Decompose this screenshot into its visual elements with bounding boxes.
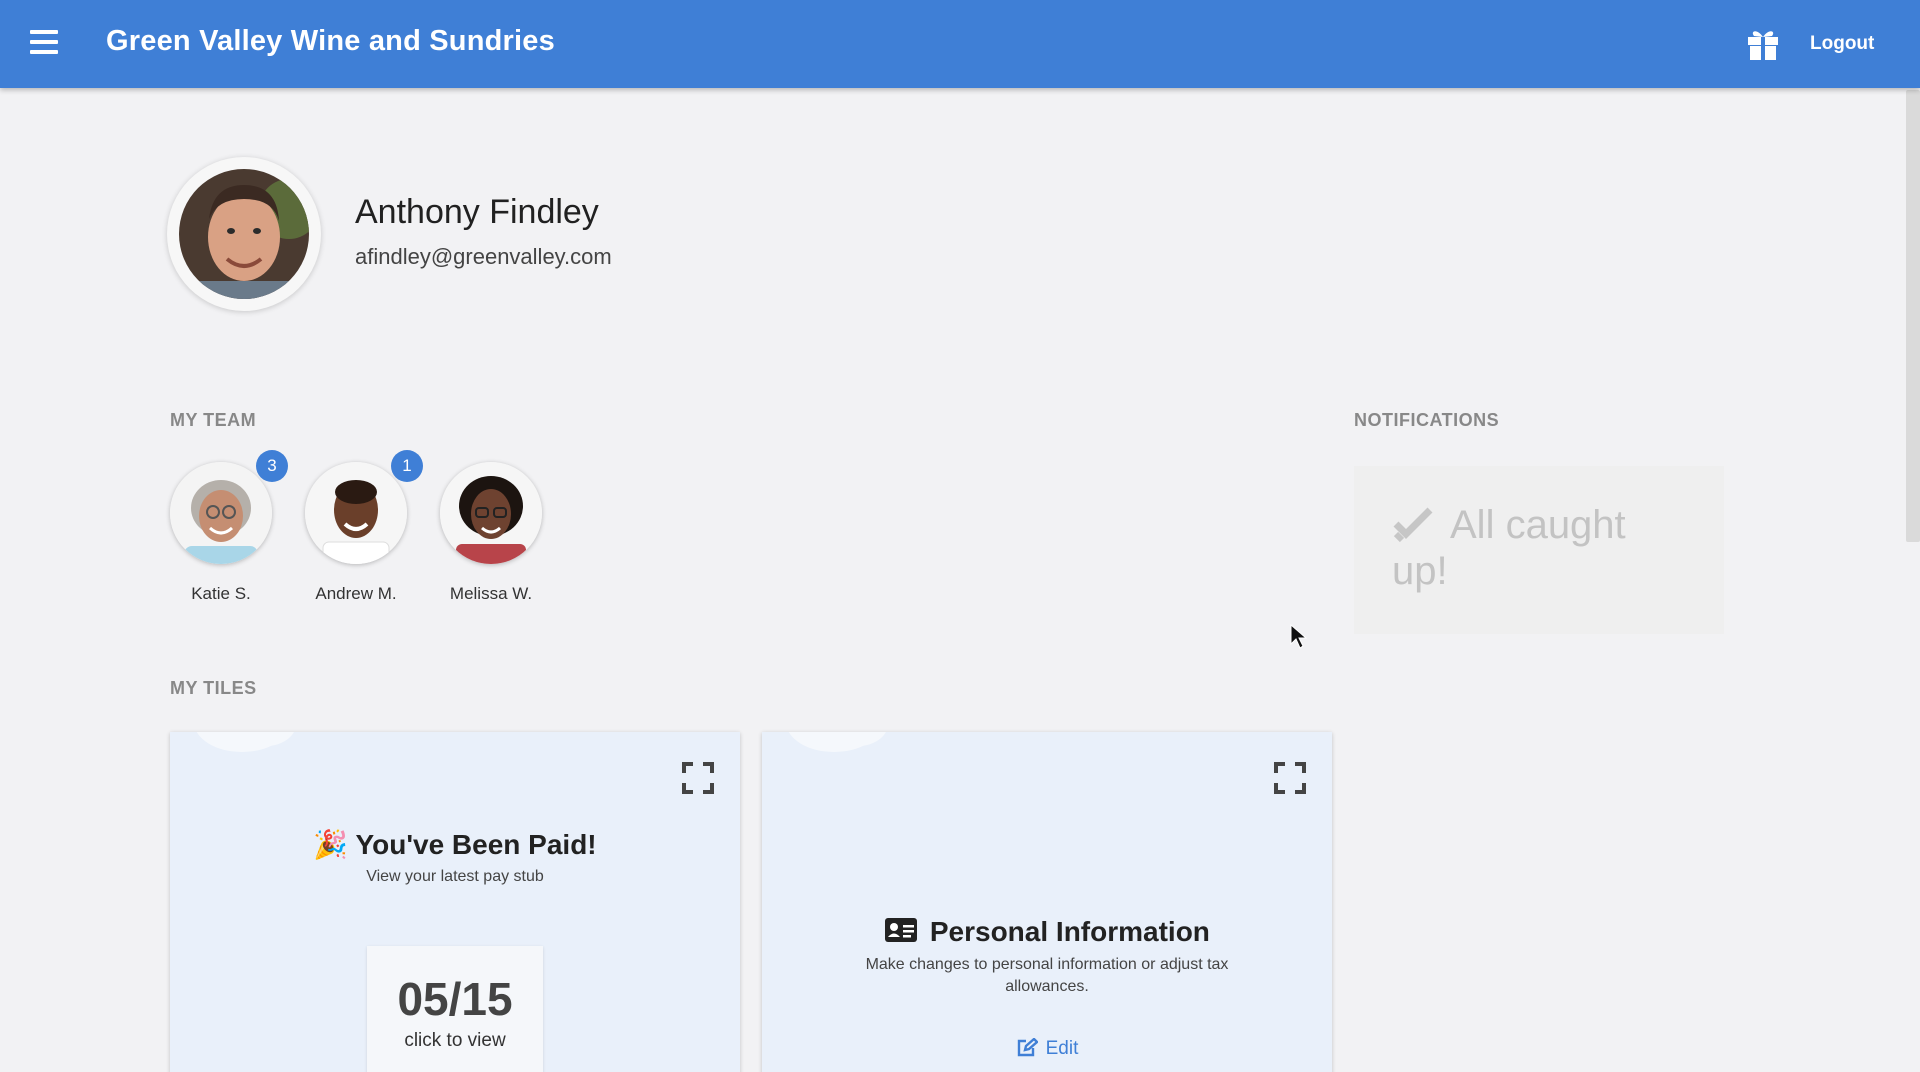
edit-icon [1017, 1037, 1039, 1057]
app-title: Green Valley Wine and Sundries [106, 25, 555, 57]
pay-stub-card[interactable]: 05/15 click to view [367, 946, 543, 1072]
tile-title-text: You've Been Paid! [355, 829, 597, 860]
team-member-melissa[interactable]: Melissa W. [436, 462, 546, 604]
team-member-katie[interactable]: Katie S. 3 [166, 450, 288, 604]
notifications-heading: NOTIFICATIONS [1354, 410, 1500, 430]
notifications-panel: All caught up! [1354, 466, 1724, 634]
pay-date: 05/15 [397, 973, 513, 1025]
team-member-name: Andrew M. [315, 584, 397, 603]
mouse-cursor-icon [1290, 623, 1308, 650]
team-member-andrew[interactable]: Andrew M. 1 [301, 450, 423, 604]
edit-label: Edit [1045, 1038, 1079, 1059]
avatar [440, 462, 542, 564]
tile-subtitle: View your latest pay stub [366, 868, 544, 885]
id-card-icon [885, 918, 918, 942]
my-tiles-heading: MY TILES [170, 678, 257, 698]
tile-title: 🎉 You've Been Paid! [170, 828, 740, 861]
edit-personal-info-link[interactable]: Edit [762, 1037, 1332, 1060]
team-member-name: Katie S. [191, 584, 251, 603]
notification-count-badge: 3 [256, 450, 288, 482]
click-to-view-label: click to view [404, 1030, 506, 1051]
profile-email: afindley@greenvalley.com [355, 244, 612, 269]
top-app-bar: Green Valley Wine and Sundries Logout [0, 0, 1920, 88]
profile-avatar [167, 157, 321, 311]
tile-subtitle: Make changes to personal information or … [865, 956, 1229, 995]
team-member-name: Melissa W. [449, 584, 533, 603]
hamburger-menu-icon[interactable] [28, 28, 64, 60]
tile-title: Personal Information [762, 916, 1332, 948]
profile-name: Anthony Findley [355, 193, 599, 231]
avatar [170, 462, 272, 564]
notification-count-badge: 1 [391, 450, 423, 482]
tile-title-text: Personal Information [929, 916, 1210, 947]
tile-personal-information[interactable]: Personal Information Make changes to per… [762, 732, 1332, 1072]
party-popper-icon: 🎉 [313, 829, 349, 860]
expand-icon[interactable] [682, 762, 714, 794]
scrollbar-thumb[interactable] [1906, 90, 1920, 542]
expand-icon[interactable] [1274, 762, 1306, 794]
tile-pay-stub[interactable]: 🎉 You've Been Paid! View your latest pay… [170, 732, 740, 1072]
my-team-heading: MY TEAM [170, 410, 257, 430]
avatar [305, 462, 407, 564]
logout-button[interactable]: Logout [1810, 33, 1874, 55]
notifications-empty-message: All caught up! [1392, 503, 1626, 593]
gift-icon[interactable] [1745, 26, 1781, 62]
